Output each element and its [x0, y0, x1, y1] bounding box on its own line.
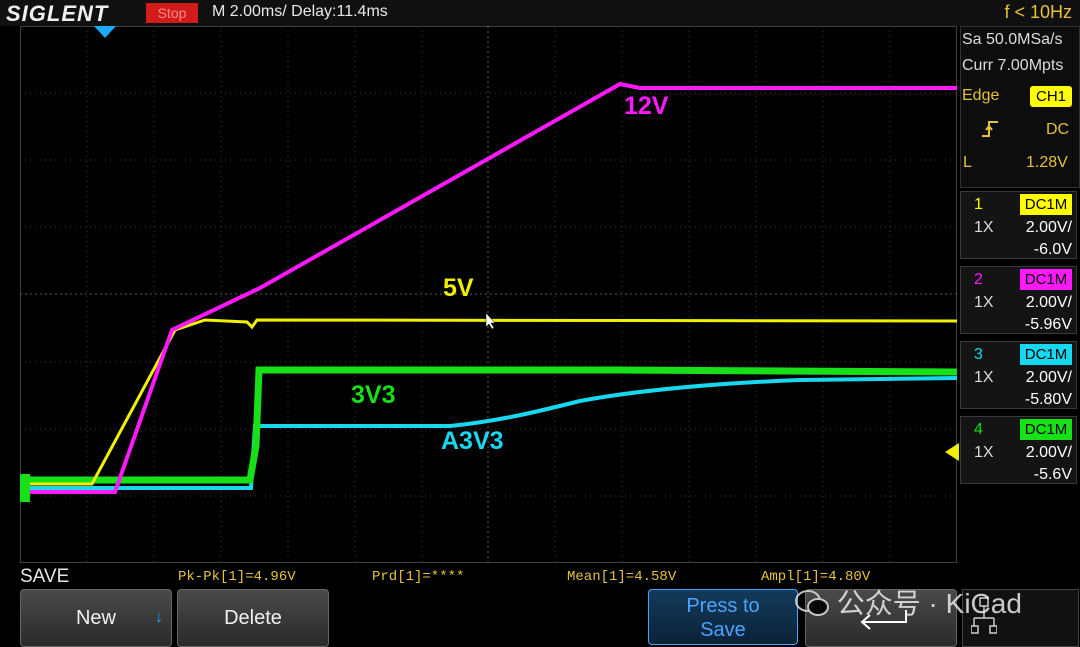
channel-2-scale: 2.00V/: [1025, 294, 1072, 311]
channel-1-coupling: DC1M: [1020, 194, 1072, 215]
channel-3-coupling: DC1M: [1020, 344, 1072, 365]
trigger-level: 1.28V: [1026, 154, 1068, 171]
rising-edge-icon: [982, 121, 998, 137]
trigger-position-marker[interactable]: [94, 26, 116, 38]
label-5v: 5V: [443, 274, 474, 302]
watermark: 公众号 · KiCad: [795, 582, 1022, 622]
measure-mean: Mean[1]=4.58V: [567, 569, 677, 585]
measure-pkpk: Pk-Pk[1]=4.96V: [178, 569, 296, 585]
measure-period: Prd[1]=****: [372, 569, 465, 585]
channel-1-scale: 2.00V/: [1025, 219, 1072, 236]
new-label: New: [75, 607, 116, 629]
new-softkey[interactable]: New ↓: [20, 589, 172, 647]
trigger-level-label: L: [963, 154, 972, 171]
sample-rate: Sa 50.0MSa/s: [962, 31, 1063, 48]
menu-title: SAVE: [20, 566, 70, 587]
label-12v: 12V: [624, 92, 669, 120]
press-to-save-softkey[interactable]: Press to Save: [648, 589, 798, 645]
watermark-text: 公众号 · KiCad: [836, 588, 1022, 619]
wechat-icon: [795, 590, 829, 616]
channel-3-number: 3: [974, 346, 983, 363]
channel-2-probe: 1X: [974, 294, 994, 311]
siglent-logo: SIGLENT: [6, 1, 109, 26]
channel-4-probe: 1X: [974, 444, 994, 461]
channel-1-probe: 1X: [974, 219, 994, 236]
channel-4-offset: -5.6V: [1033, 466, 1072, 483]
frequency-counter: f < 10Hz: [1004, 2, 1072, 22]
trigger-source-badge: CH1: [1030, 86, 1072, 107]
channel-1-number: 1: [974, 196, 983, 213]
channel-3-offset: -5.80V: [1024, 391, 1072, 408]
channel-3-scale: 2.00V/: [1025, 369, 1072, 386]
label-3v3: 3V3: [351, 381, 396, 409]
trigger-type: Edge: [962, 87, 1000, 104]
channel-2-coupling: DC1M: [1020, 269, 1072, 290]
press-to-label: Press to: [686, 595, 760, 617]
ch-ground-markers[interactable]: [20, 474, 30, 502]
channel-3-probe: 1X: [974, 369, 994, 386]
channel-2-number: 2: [974, 271, 983, 288]
trigger-level-marker[interactable]: [945, 443, 959, 461]
channel-4-scale: 2.00V/: [1025, 444, 1072, 461]
memory-depth: Curr 7.00Mpts: [962, 57, 1064, 74]
channel-2-offset: -5.96V: [1024, 316, 1072, 333]
down-arrow-icon: ↓: [155, 609, 163, 626]
run-stop-indicator[interactable]: Stop: [146, 3, 198, 23]
waveform-display[interactable]: [20, 26, 957, 563]
trigger-coupling: DC: [1046, 121, 1070, 138]
timebase-readout: M 2.00ms/ Delay:11.4ms: [212, 3, 388, 20]
save-label: Save: [700, 619, 746, 641]
channel-4-coupling: DC1M: [1020, 419, 1072, 440]
delete-label: Delete: [224, 607, 282, 629]
delete-softkey[interactable]: Delete: [177, 589, 329, 647]
channel-4-number: 4: [974, 421, 983, 438]
label-a3v3: A3V3: [441, 427, 504, 455]
channel-1-offset: -6.0V: [1033, 241, 1072, 258]
